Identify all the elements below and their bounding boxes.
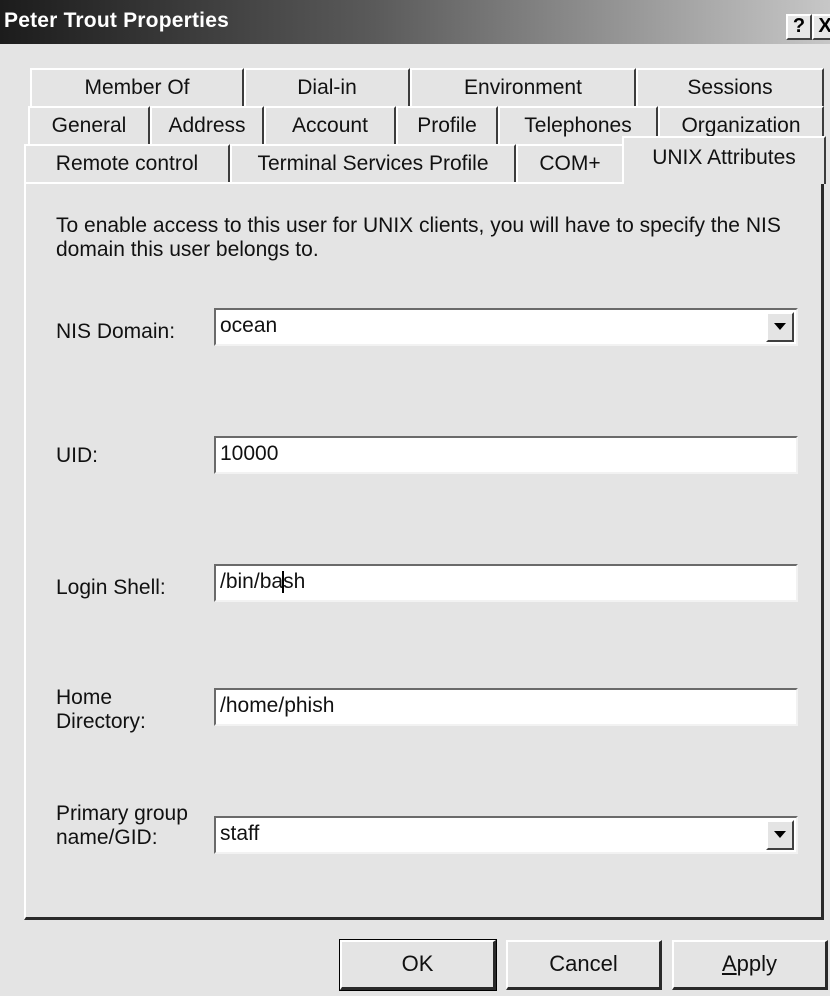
tab-profile[interactable]: Profile (396, 106, 498, 146)
primary-group-dropdown-button[interactable] (766, 820, 794, 850)
cancel-button[interactable]: Cancel (506, 940, 662, 990)
tab-general[interactable]: General (28, 106, 150, 146)
nis-domain-label: NIS Domain: (56, 320, 176, 343)
tab-unix-attributes[interactable]: UNIX Attributes (622, 136, 826, 184)
login-shell-label: Login Shell: (56, 576, 166, 599)
nis-domain-select[interactable]: ocean (214, 308, 798, 346)
close-button[interactable]: X (812, 14, 830, 40)
title-bar[interactable]: Peter Trout Properties ? X (0, 0, 830, 44)
tab-remote-control[interactable]: Remote control (24, 144, 230, 184)
login-shell-value-before-caret: /bin/ba (220, 570, 284, 593)
tab-address[interactable]: Address (150, 106, 264, 146)
apply-button[interactable]: Apply (672, 940, 828, 990)
tab-dial-in[interactable]: Dial-in (244, 68, 410, 108)
tab-sessions[interactable]: Sessions (636, 68, 824, 108)
home-directory-label-line1: Home (56, 686, 113, 709)
unix-attributes-panel: To enable access to this user for UNIX c… (24, 182, 824, 920)
home-directory-input[interactable]: /home/phish (214, 688, 798, 726)
login-shell-input[interactable]: /bin/bash (214, 564, 798, 602)
chevron-down-icon (774, 831, 786, 838)
apply-accelerator-letter: A (721, 951, 737, 976)
tab-environment[interactable]: Environment (410, 68, 636, 108)
tab-com-plus[interactable]: COM+ (516, 144, 624, 184)
window-title: Peter Trout Properties (4, 9, 229, 32)
uid-label: UID: (56, 444, 98, 467)
ok-button[interactable]: OK (339, 939, 497, 991)
uid-input[interactable]: 10000 (214, 436, 798, 474)
nis-domain-dropdown-button[interactable] (766, 312, 794, 342)
tab-terminal-services-profile[interactable]: Terminal Services Profile (230, 144, 516, 184)
home-directory-value: /home/phish (220, 694, 335, 717)
properties-dialog: Peter Trout Properties ? X Member Of Dia… (0, 0, 830, 996)
help-button[interactable]: ? (786, 14, 812, 40)
primary-group-value: staff (220, 822, 260, 845)
tab-account[interactable]: Account (264, 106, 396, 146)
home-directory-label: Home Directory: (56, 686, 146, 734)
intro-text: To enable access to this user for UNIX c… (56, 214, 781, 261)
primary-group-label: Primary group name/GID: (56, 802, 188, 850)
login-shell-value-after-caret: sh (283, 570, 306, 593)
chevron-down-icon (774, 323, 786, 330)
tab-member-of[interactable]: Member Of (30, 68, 244, 108)
uid-value: 10000 (220, 442, 279, 465)
primary-group-label-line1: Primary group (56, 802, 188, 825)
nis-domain-value: ocean (220, 314, 278, 337)
apply-label-rest: pply (736, 951, 778, 976)
primary-group-label-line2: name/GID: (56, 826, 158, 849)
home-directory-label-line2: Directory: (56, 710, 146, 733)
primary-group-select[interactable]: staff (214, 816, 798, 854)
